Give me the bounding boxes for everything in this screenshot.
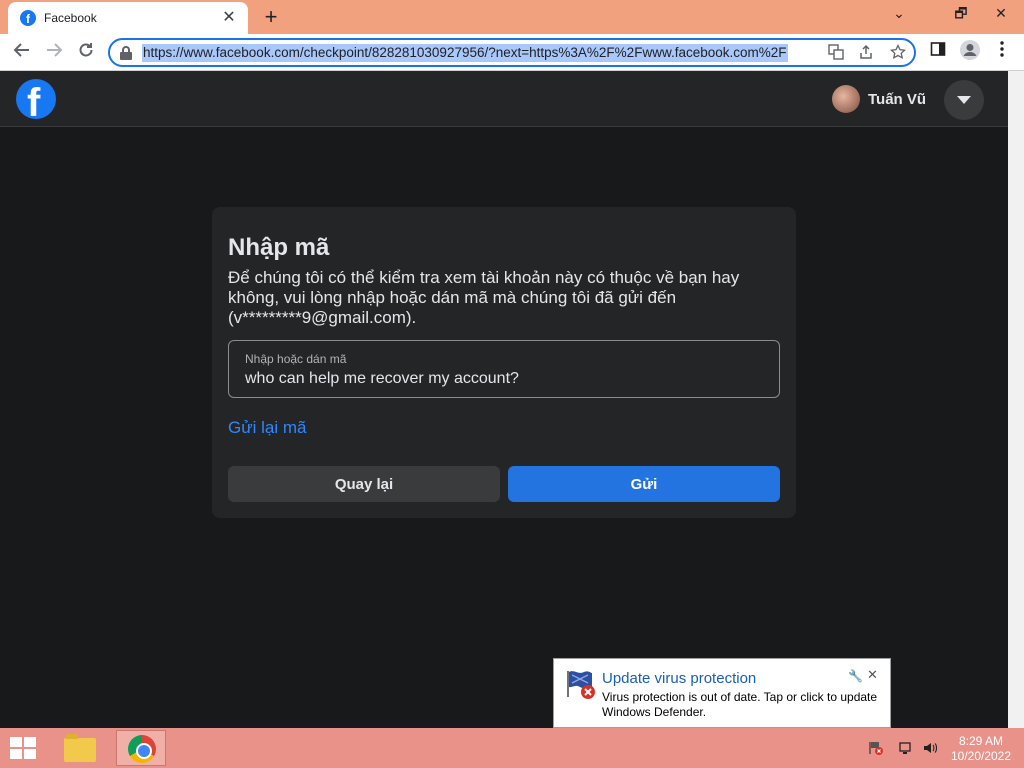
clock-time: 8:29 AM <box>958 734 1004 748</box>
user-name[interactable]: Tuấn Vũ <box>868 91 926 108</box>
resend-code-link[interactable]: Gửi lại mã <box>228 418 306 438</box>
minimize-button[interactable]: ⌄ <box>882 0 916 28</box>
chrome-taskbar-icon[interactable] <box>116 730 166 766</box>
browser-toolbar: https://www.facebook.com/checkpoint/8282… <box>0 34 1024 71</box>
restore-button[interactable]: 🗗 <box>944 0 978 28</box>
code-input-field[interactable]: Nhập hoặc dán mã who can help me recover… <box>228 340 780 398</box>
card-title: Nhập mã <box>228 234 330 261</box>
virus-protection-notification[interactable]: Update virus protection Virus protection… <box>553 658 891 728</box>
enter-code-card: Nhập mã Để chúng tôi có thể kiểm tra xem… <box>212 207 796 518</box>
side-panel-icon[interactable] <box>924 39 952 67</box>
tab-facebook[interactable]: f Facebook ✕ <box>8 2 248 34</box>
lock-icon[interactable] <box>120 46 132 60</box>
back-arrow-icon[interactable] <box>8 39 36 67</box>
taskbar-clock[interactable]: 8:29 AM 10/20/2022 <box>946 734 1016 764</box>
page-scrollbar[interactable] <box>1008 71 1024 728</box>
wrench-icon[interactable]: 🔧 <box>848 669 863 683</box>
notification-close-icon[interactable]: ✕ <box>867 667 878 683</box>
profile-icon[interactable] <box>956 39 984 67</box>
windows-start-icon[interactable] <box>10 737 38 759</box>
clock-date: 10/20/2022 <box>950 749 1012 763</box>
reload-icon[interactable] <box>72 39 100 67</box>
address-bar[interactable]: https://www.facebook.com/checkpoint/8282… <box>108 38 916 67</box>
send-button[interactable]: Gửi <box>508 466 780 502</box>
account-menu-button[interactable] <box>944 80 984 120</box>
defender-flag-icon <box>564 667 598 701</box>
file-explorer-icon[interactable] <box>56 730 106 766</box>
user-profile-chip[interactable]: Tuấn Vũ <box>832 83 926 115</box>
code-input-label: Nhập hoặc dán mã <box>245 352 347 366</box>
bookmark-star-icon[interactable] <box>888 43 908 64</box>
action-center-warning-icon[interactable] <box>868 740 884 756</box>
translate-icon[interactable] <box>826 44 846 64</box>
browser-titlebar: f Facebook ✕ + ⌄ 🗗 ✕ <box>0 0 1024 34</box>
tab-title: Facebook <box>44 11 97 25</box>
chrome-menu-icon[interactable] <box>988 39 1016 67</box>
close-window-button[interactable]: ✕ <box>984 0 1018 28</box>
tab-close-icon[interactable]: ✕ <box>220 9 238 27</box>
card-description: Để chúng tôi có thể kiểm tra xem tài kho… <box>228 268 740 327</box>
url-text[interactable]: https://www.facebook.com/checkpoint/8282… <box>142 44 788 62</box>
caret-down-icon <box>957 96 971 104</box>
windows-taskbar: 8:29 AM 10/20/2022 <box>0 728 1024 768</box>
facebook-favicon-icon: f <box>20 10 36 26</box>
share-icon[interactable] <box>856 44 876 64</box>
facebook-header: f Tuấn Vũ <box>0 71 1008 127</box>
avatar[interactable] <box>832 85 860 113</box>
code-input-value[interactable]: who can help me recover my account? <box>245 370 519 388</box>
facebook-logo-icon[interactable]: f <box>16 79 56 119</box>
volume-icon[interactable] <box>922 740 938 756</box>
notification-body: Virus protection is out of date. Tap or … <box>602 690 878 719</box>
back-button[interactable]: Quay lại <box>228 466 500 502</box>
notification-title: Update virus protection <box>602 670 757 687</box>
forward-arrow-icon[interactable] <box>40 39 68 67</box>
network-icon[interactable] <box>898 740 914 756</box>
new-tab-button[interactable]: + <box>258 4 284 30</box>
